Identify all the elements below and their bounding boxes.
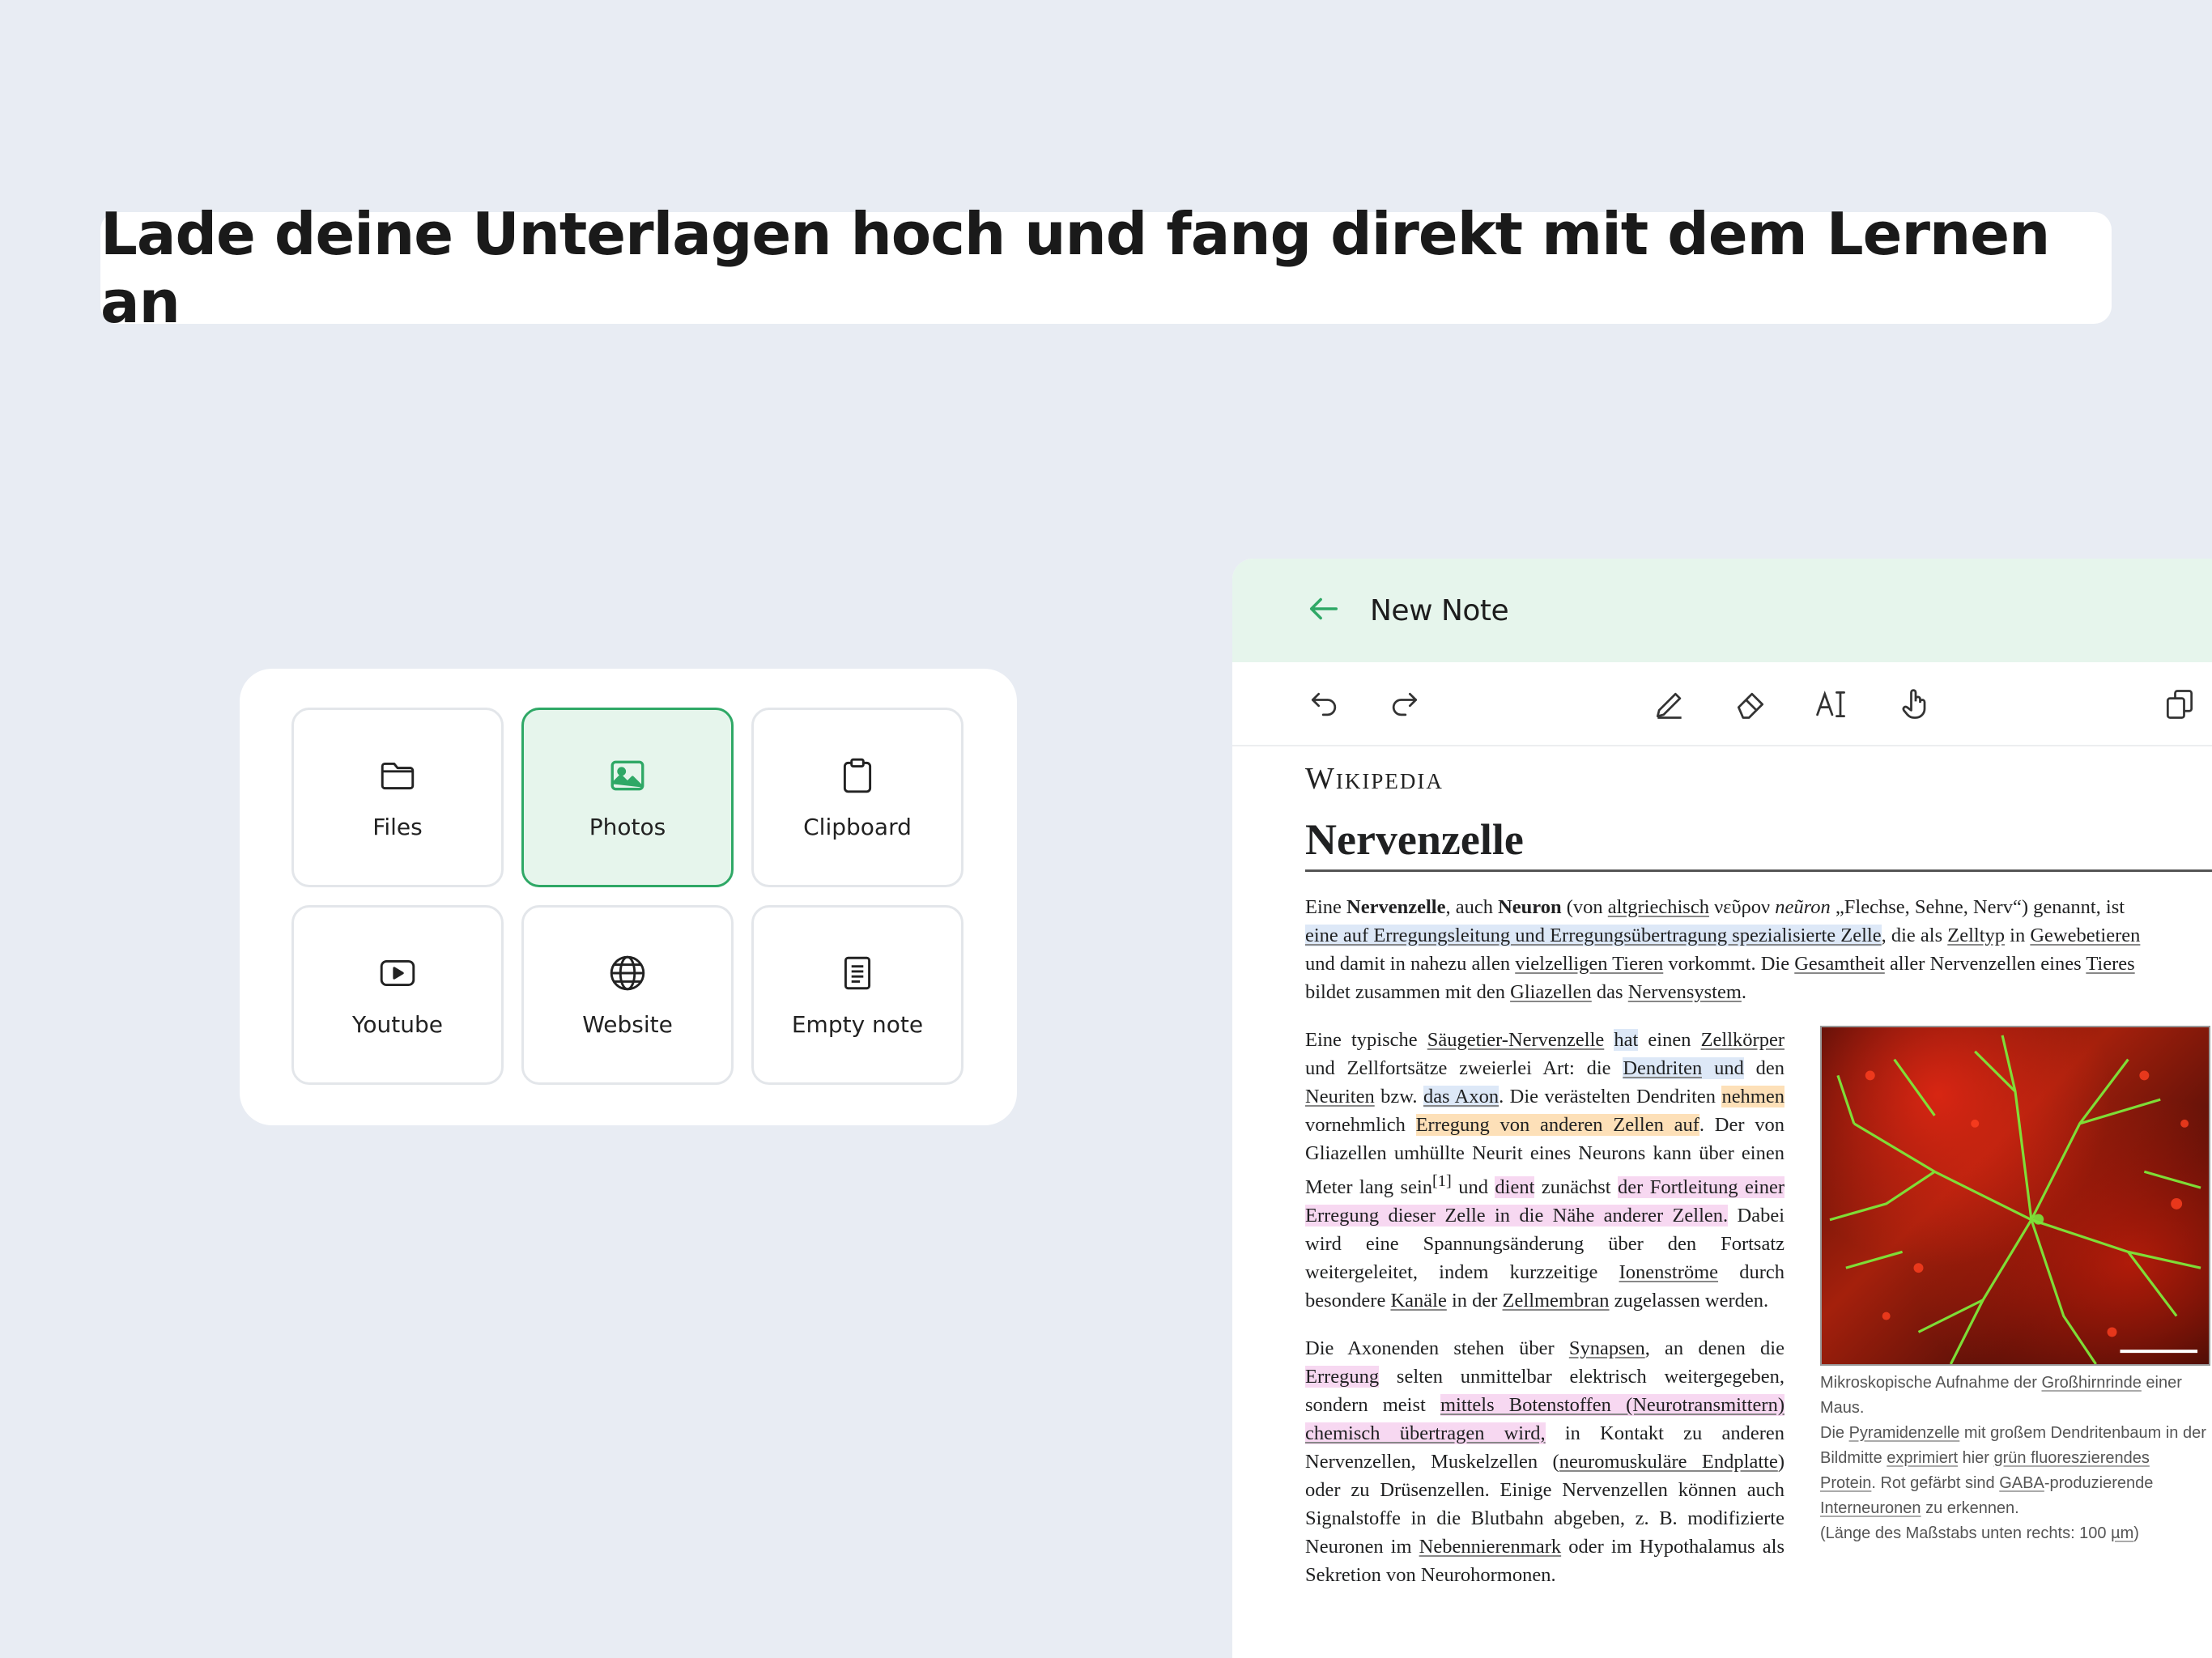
- photos-label: Photos: [589, 813, 666, 840]
- paragraph-synapses: Die Axonenden stehen über Synapsen, an d…: [1305, 1337, 1784, 1587]
- note-header: New Note: [1232, 559, 2212, 662]
- headline-banner: Lade deine Unterlagen hoch und fang dire…: [100, 200, 2112, 336]
- intro-line: eine auf Erregungsleitung und Erregungsü…: [1305, 925, 2141, 946]
- pen-icon: [1656, 692, 1682, 719]
- highlight-orange: nehmen: [1721, 1086, 1784, 1107]
- neuron-micrograph: [1820, 1026, 2210, 1366]
- copy-icon: [2166, 690, 2193, 719]
- files-label: Files: [372, 813, 423, 840]
- clipboard-tile[interactable]: Clipboard: [751, 708, 963, 887]
- highlight-blue: das Axon: [1423, 1086, 1499, 1107]
- headline-text: Lade deine Unterlagen hoch und fang dire…: [100, 200, 2050, 336]
- intro-paragraph: Eine Nervenzelle, auch Neuron (von altgr…: [1305, 893, 2212, 1006]
- text-cursor-icon: [1816, 691, 1845, 718]
- highlight-pink: Erregung: [1305, 1366, 1380, 1388]
- note-toolbar: [1232, 662, 2212, 746]
- intro-line: und damit in nahezu allen vielzelligen T…: [1305, 953, 2135, 975]
- text-tool[interactable]: [1810, 683, 1853, 725]
- wikipedia-logo: Wikipedia: [1305, 762, 1444, 796]
- highlight-pink: dient: [1495, 1176, 1535, 1199]
- image-icon: [610, 760, 644, 790]
- website-label: Website: [582, 1010, 673, 1038]
- highlight-blue: eine auf Erregungsleitung und Erregungsü…: [1305, 925, 1882, 946]
- hand-tool[interactable]: [1895, 683, 1937, 725]
- intro-line: bildet zusammen mit den Gliazellen das N…: [1305, 981, 1747, 1003]
- folder-icon: [381, 762, 415, 789]
- clipboard-icon: [843, 758, 872, 793]
- figure: Mikroskopische Aufnahme der Großhirnrind…: [1820, 1026, 2210, 1589]
- note-panel: New Note Wikipedia Nervenzelle Eine Nerv…: [1232, 559, 2212, 1658]
- figure-caption: Mikroskopische Aufnahme der Großhirnrind…: [1820, 1374, 2206, 1542]
- source-picker-card: Files Photos Clipboard Youtube Website E…: [240, 669, 1017, 1125]
- neuron-illustration: [1829, 1035, 2201, 1364]
- empty-note-tile[interactable]: Empty note: [751, 905, 963, 1085]
- redo-icon: [1392, 692, 1418, 716]
- youtube-tile[interactable]: Youtube: [291, 905, 504, 1085]
- globe-icon: [610, 955, 645, 990]
- note-title: New Note: [1370, 593, 1509, 627]
- highlight-orange: Erregung von anderen Zellen auf: [1415, 1114, 1699, 1136]
- eraser-icon: [1737, 692, 1764, 719]
- copy-button[interactable]: [2159, 683, 2201, 725]
- photos-tile[interactable]: Photos: [521, 708, 734, 887]
- article-title: Nervenzelle: [1305, 814, 2212, 872]
- youtube-icon: [380, 959, 415, 986]
- paragraph-structure: Eine typische Säugetier-Nervenzelle hat …: [1305, 1029, 1785, 1312]
- highlight-blue: Dendriten: [1623, 1057, 1703, 1079]
- source-grid: Files Photos Clipboard Youtube Website E…: [291, 708, 965, 1085]
- highlight-blue: und: [1702, 1057, 1744, 1079]
- back-button[interactable]: [1305, 590, 1342, 631]
- undo-icon: [1311, 692, 1337, 716]
- article-text-column: Eine typische Säugetier-Nervenzelle hat …: [1305, 1026, 1784, 1589]
- files-tile[interactable]: Files: [291, 708, 504, 887]
- eraser-tool[interactable]: [1729, 683, 1772, 725]
- youtube-label: Youtube: [352, 1010, 443, 1038]
- arrow-left-icon: [1309, 597, 1338, 619]
- undo-button[interactable]: [1304, 683, 1346, 725]
- redo-button[interactable]: [1383, 683, 1425, 725]
- highlight-blue: hat: [1614, 1029, 1639, 1051]
- empty-note-label: Empty note: [791, 1010, 924, 1038]
- hand-pointer-icon: [1902, 689, 1926, 719]
- intro-line: Eine Nervenzelle, auch Neuron (von altgr…: [1305, 896, 2125, 918]
- article-columns: Eine typische Säugetier-Nervenzelle hat …: [1305, 1026, 2212, 1589]
- pen-tool[interactable]: [1648, 683, 1691, 725]
- document-view[interactable]: Wikipedia Nervenzelle Eine Nervenzelle, …: [1232, 746, 2212, 1589]
- document-icon: [844, 956, 871, 989]
- website-tile[interactable]: Website: [521, 905, 734, 1085]
- clipboard-label: Clipboard: [803, 813, 912, 840]
